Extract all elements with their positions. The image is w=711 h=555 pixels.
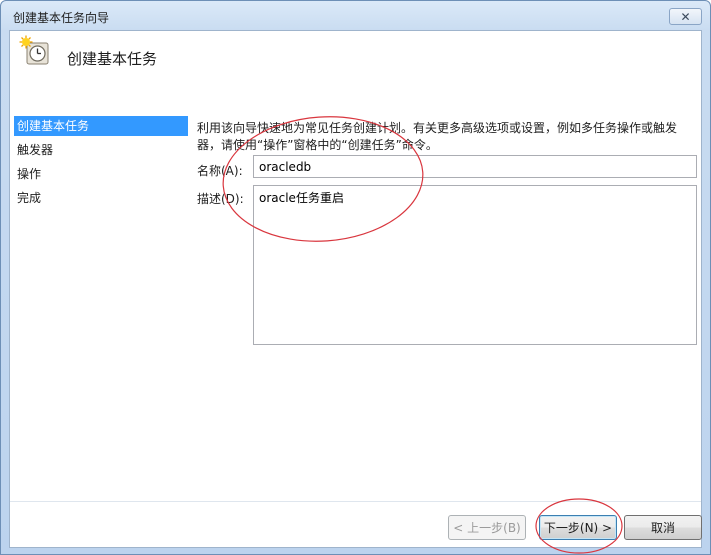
wizard-instructions: 利用该向导快速地为常见任务创建计划。有关更多高级选项或设置，例如多任务操作或触发… <box>197 121 678 152</box>
step-action[interactable]: 操作 <box>14 164 188 184</box>
window-title: 创建基本任务向导 <box>13 11 110 25</box>
wizard-page-title: 创建基本任务 <box>67 50 158 68</box>
scheduled-task-clock-icon <box>19 35 49 65</box>
wizard-window: 创建基本任务向导 ✕ 创建基本任务 创建基本任务 触发器 操作 完成 利用该向导… <box>0 0 711 555</box>
step-trigger[interactable]: 触发器 <box>14 140 188 160</box>
task-name-input[interactable] <box>253 155 697 178</box>
name-label: 名称(A): <box>197 164 243 178</box>
footer-divider <box>10 501 701 502</box>
next-button[interactable]: 下一步(N) > <box>539 515 617 540</box>
close-icon: ✕ <box>680 9 691 24</box>
description-label: 描述(D): <box>197 192 244 206</box>
title-bar[interactable]: 创建基本任务向导 ✕ <box>1 1 710 31</box>
wizard-header: 创建基本任务 <box>10 31 701 92</box>
close-button[interactable]: ✕ <box>669 8 702 25</box>
wizard-client-area: 创建基本任务 创建基本任务 触发器 操作 完成 利用该向导快速地为常见任务创建计… <box>9 30 702 548</box>
step-create-basic-task[interactable]: 创建基本任务 <box>14 116 188 136</box>
back-button[interactable]: < 上一步(B) <box>448 515 526 540</box>
task-description-input[interactable]: oracle任务重启 <box>253 185 697 345</box>
step-finish[interactable]: 完成 <box>14 188 188 208</box>
cancel-button[interactable]: 取消 <box>624 515 702 540</box>
wizard-step-list: 创建基本任务 触发器 操作 完成 <box>10 111 192 491</box>
